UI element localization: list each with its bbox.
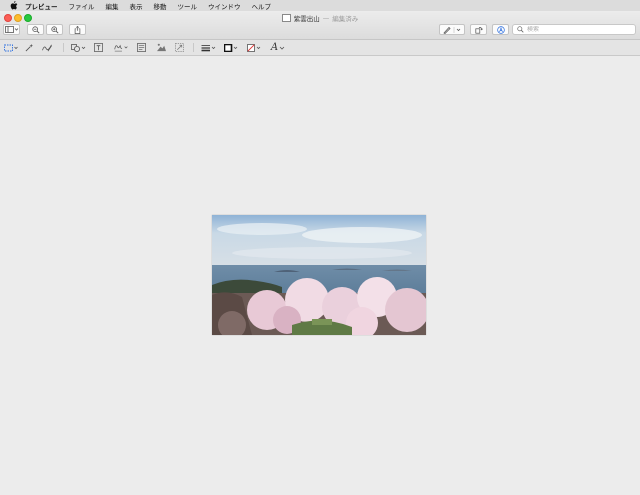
toolbar-divider	[63, 43, 64, 52]
menu-window[interactable]: ウインドウ	[208, 1, 241, 11]
menu-edit[interactable]: 編集	[106, 1, 119, 11]
zoom-out-icon	[31, 25, 40, 34]
line-style-icon	[201, 44, 215, 51]
shapes-icon	[70, 43, 85, 52]
title-status: 編集済み	[332, 15, 359, 23]
zoom-in-icon	[50, 25, 59, 34]
sketch-tool[interactable]	[40, 42, 54, 53]
rotate-button[interactable]	[470, 24, 487, 35]
window-title: 紫雲出山	[293, 15, 320, 23]
menu-file[interactable]: ファイル	[69, 1, 95, 11]
chevron-down-icon	[279, 46, 285, 50]
share-button[interactable]	[69, 24, 86, 35]
adjust-color-tool[interactable]	[155, 42, 167, 53]
window-title-group: 紫雲出山 — 編集済み	[0, 13, 640, 23]
markup-toolbar: A	[0, 40, 640, 56]
text-box-icon	[93, 43, 103, 52]
sketch-icon	[42, 44, 52, 52]
shapes-tool[interactable]	[70, 42, 87, 53]
markup-toolbar-button[interactable]	[492, 24, 509, 35]
markup-icon	[496, 25, 505, 34]
toolbar-divider	[193, 43, 194, 52]
document-proxy-icon[interactable]	[281, 14, 291, 22]
search-icon	[517, 26, 524, 33]
rect-selection-tool[interactable]	[3, 42, 19, 53]
magic-wand-icon	[25, 43, 33, 52]
sidebar-toggle-button[interactable]	[3, 24, 20, 35]
share-icon	[74, 25, 81, 34]
text-style-glyph: A	[270, 42, 279, 53]
menu-app-name[interactable]: プレビュー	[25, 1, 58, 11]
sign-tool[interactable]	[112, 42, 130, 53]
search-input[interactable]	[525, 26, 629, 33]
search-field[interactable]	[512, 24, 636, 35]
apple-menu-icon[interactable]	[9, 1, 19, 11]
border-color-tool[interactable]	[223, 42, 240, 53]
sidebar-icon	[4, 26, 18, 33]
note-icon	[136, 43, 146, 52]
rotate-icon	[474, 26, 483, 34]
document-canvas[interactable]	[0, 56, 640, 495]
signature-icon	[113, 44, 128, 52]
text-tool[interactable]	[93, 42, 103, 53]
title-separator: —	[322, 14, 330, 22]
menu-view[interactable]: 表示	[130, 1, 143, 11]
fill-color-tool[interactable]	[246, 42, 263, 53]
document-image[interactable]	[212, 215, 426, 335]
text-style-tool[interactable]: A	[269, 42, 287, 53]
border-color-icon	[223, 43, 237, 52]
menu-tools[interactable]: ツール	[178, 1, 198, 11]
menu-help[interactable]: ヘルプ	[252, 1, 272, 11]
shape-style-tool[interactable]	[200, 42, 217, 53]
fill-color-icon	[246, 43, 260, 52]
zoom-out-button[interactable]	[27, 24, 44, 35]
note-tool[interactable]	[136, 42, 146, 53]
adjust-size-tool[interactable]	[174, 42, 184, 53]
zoom-in-button[interactable]	[46, 24, 63, 35]
adjust-color-icon	[156, 43, 166, 52]
menu-go[interactable]: 移動	[154, 1, 167, 11]
pen-icon	[443, 26, 461, 34]
rectangular-selection-icon	[3, 44, 18, 51]
adjust-size-icon	[174, 43, 184, 52]
pen-menu-button[interactable]	[439, 24, 465, 35]
instant-alpha-tool[interactable]	[24, 42, 34, 53]
window-titlebar: 紫雲出山 — 編集済み	[0, 11, 640, 40]
